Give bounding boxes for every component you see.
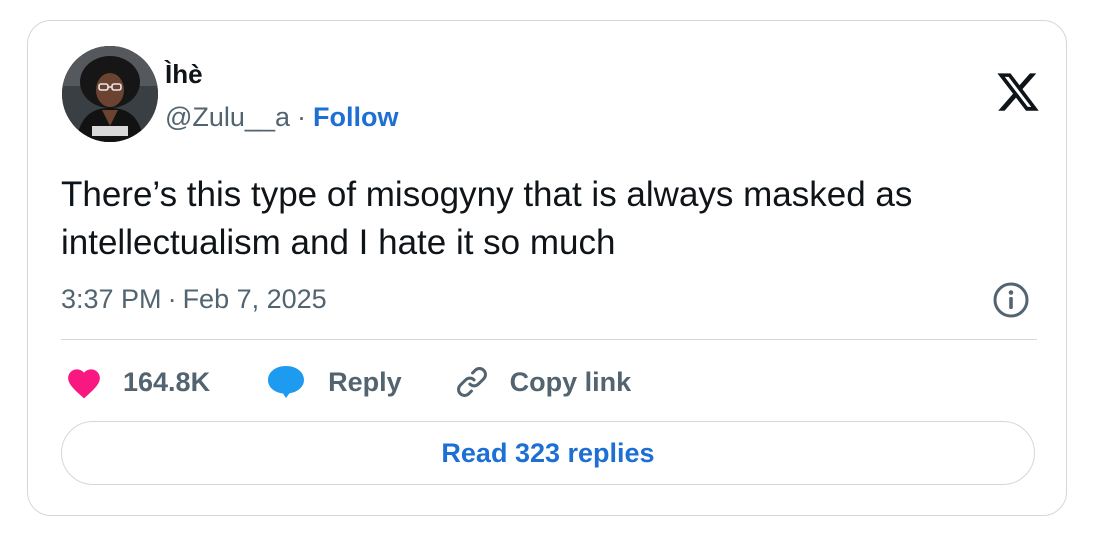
author-handle-row: @Zulu__a · Follow bbox=[165, 101, 398, 133]
reply-label: Reply bbox=[328, 366, 402, 397]
info-icon[interactable] bbox=[992, 281, 1030, 319]
author-handle[interactable]: @Zulu__a bbox=[165, 102, 290, 132]
tweet-date: Feb 7, 2025 bbox=[182, 284, 327, 314]
action-bar: 164.8K Reply Copy link bbox=[65, 360, 631, 404]
avatar[interactable] bbox=[62, 46, 158, 142]
reply-button[interactable]: Reply bbox=[266, 364, 402, 400]
follow-button[interactable]: Follow bbox=[313, 102, 398, 132]
like-count: 164.8K bbox=[123, 366, 211, 397]
timestamp-separator: · bbox=[167, 284, 177, 314]
handle-separator: · bbox=[296, 102, 306, 132]
read-replies-label: Read 323 replies bbox=[441, 437, 655, 468]
like-button[interactable]: 164.8K bbox=[65, 364, 210, 400]
read-replies-button[interactable]: Read 323 replies bbox=[61, 421, 1035, 485]
tweet-embed-card: Ìhè @Zulu__a · Follow There’s this type of… bbox=[27, 20, 1067, 516]
x-logo-icon[interactable] bbox=[995, 69, 1041, 115]
speech-bubble-icon bbox=[268, 366, 305, 398]
copy-link-button[interactable]: Copy link bbox=[454, 364, 632, 400]
heart-icon bbox=[68, 369, 100, 399]
avatar-image bbox=[62, 46, 158, 142]
tweet-text: There’s this type of misogyny that is al… bbox=[61, 175, 913, 262]
author-display-name[interactable]: Ìhè bbox=[165, 59, 203, 89]
divider bbox=[61, 339, 1037, 340]
copy-link-label: Copy link bbox=[509, 366, 632, 397]
tweet-timestamp[interactable]: 3:37 PM · Feb 7, 2025 bbox=[61, 283, 327, 315]
link-icon bbox=[456, 367, 487, 397]
tweet-time: 3:37 PM bbox=[61, 284, 162, 314]
